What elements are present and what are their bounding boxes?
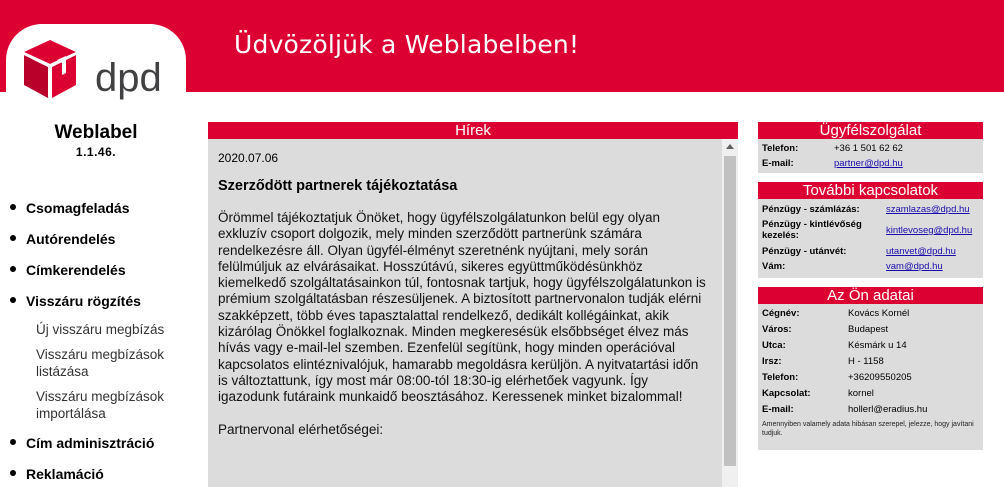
nav-item-label: Címkerendelés: [26, 262, 126, 278]
info-label: Telefon:: [762, 372, 799, 383]
email-link[interactable]: kintlevoseg@dpd.hu: [886, 225, 972, 236]
bullet-icon: [10, 204, 16, 211]
news-panel-header: Hírek: [208, 122, 738, 139]
news-title: Szerződött partnerek tájékoztatása: [218, 178, 458, 194]
news-scrollbar[interactable]: [722, 139, 738, 487]
nav-item-cim-adminisztracio[interactable]: Cím adminisztráció: [10, 435, 154, 451]
info-label: Város:: [762, 324, 792, 335]
news-content: 2020.07.06 Szerződött partnerek tájékozt…: [208, 139, 720, 487]
bullet-icon: [10, 439, 16, 446]
info-label: Kapcsolat:: [762, 388, 811, 399]
user-data-panel: Cégnév: Kovács Kornél Város: Budapest Ut…: [758, 304, 983, 450]
nav-item-visszaru-rogzites[interactable]: Visszáru rögzítés: [10, 293, 141, 309]
info-value: Késmárk u 14: [848, 340, 907, 351]
info-label: E-mail:: [762, 158, 794, 169]
nav-item-label: Reklamáció: [26, 466, 104, 482]
contacts-header: További kapcsolatok: [758, 182, 983, 199]
user-data-header: Az Ön adatai: [758, 287, 983, 304]
nav-item-autorendeles[interactable]: Autórendelés: [10, 231, 115, 247]
info-label: Vám:: [762, 261, 786, 272]
email-link[interactable]: vam@dpd.hu: [886, 261, 943, 272]
info-label: Irsz:: [762, 356, 782, 367]
customer-service-header: Ügyfélszolgálat: [758, 122, 983, 139]
nav-item-label: Csomagfeladás: [26, 200, 130, 216]
scroll-up-arrow-icon[interactable]: [722, 139, 738, 155]
news-contact-heading: Partnervonal elérhetőségei:: [218, 421, 384, 437]
nav-subitem-visszaru-listazas[interactable]: Visszáru megbízások listázása: [36, 346, 186, 380]
dpd-logo-text: dpd: [95, 56, 162, 100]
nav-item-csomagfeladas[interactable]: Csomagfeladás: [10, 200, 129, 216]
bullet-icon: [10, 470, 16, 477]
nav-subitem-uj-visszaru[interactable]: Új visszáru megbízás: [36, 321, 186, 338]
bullet-icon: [10, 266, 16, 273]
nav-item-cimkerendeles[interactable]: Címkerendelés: [10, 262, 126, 278]
news-panel: 2020.07.06 Szerződött partnerek tájékozt…: [208, 139, 738, 487]
info-value: hollerl@eradius.hu: [848, 404, 928, 415]
sidebar: dpd Weblabel 1.1.46. Csomagfeladás Autór…: [6, 24, 186, 487]
news-date: 2020.07.06: [218, 151, 279, 165]
bullet-icon: [10, 235, 16, 242]
info-value: H - 1158: [848, 356, 884, 367]
info-label: Pénzügy - számlázás:: [762, 204, 860, 215]
email-link[interactable]: utanvet@dpd.hu: [886, 246, 956, 257]
email-link[interactable]: partner@dpd.hu: [834, 158, 903, 169]
info-value: Budapest: [848, 324, 889, 335]
nav-subitem-visszaru-importalas[interactable]: Visszáru megbízások importálása: [36, 388, 186, 422]
nav-item-label: Autórendelés: [26, 231, 116, 247]
info-label: Telefon:: [762, 143, 799, 154]
app-version: 1.1.46.: [75, 145, 117, 159]
info-label: Utca:: [762, 340, 786, 351]
dpd-cube-icon: [24, 40, 76, 98]
dpd-logo[interactable]: dpd: [20, 38, 175, 100]
nav-item-reklamacio[interactable]: Reklamáció: [10, 466, 104, 482]
info-label: E-mail:: [762, 404, 794, 415]
contacts-panel: Pénzügy - számlázás: szamlazas@dpd.hu Pé…: [758, 199, 983, 278]
info-label: kezelés:: [762, 230, 799, 241]
scroll-thumb[interactable]: [724, 156, 736, 466]
bullet-icon: [10, 297, 16, 304]
news-body: Örömmel tájékoztatjuk Önöket, hogy ügyfé…: [218, 210, 706, 405]
info-label: Pénzügy - utánvét:: [762, 246, 847, 257]
info-value: Kovács Kornél: [848, 308, 910, 319]
info-value: +36209550205: [848, 372, 912, 383]
info-value: kornel: [848, 388, 874, 399]
customer-service-panel: Telefon: +36 1 501 62 62 E-mail: partner…: [758, 139, 983, 173]
nav-item-label: Visszáru rögzítés: [26, 293, 141, 309]
email-link[interactable]: szamlazas@dpd.hu: [886, 204, 970, 215]
data-correction-note: Amennyiben valamely adata hibásan szerep…: [762, 421, 974, 437]
welcome-title: Üdvözöljük a Weblabelben!: [234, 30, 580, 59]
nav-item-label: Cím adminisztráció: [26, 435, 155, 451]
app-name: Weblabel: [54, 122, 138, 143]
info-label: Pénzügy - kintlévőség: [762, 219, 862, 230]
phone-value: +36 1 501 62 62: [834, 143, 903, 154]
info-label: Cégnév:: [762, 308, 800, 319]
